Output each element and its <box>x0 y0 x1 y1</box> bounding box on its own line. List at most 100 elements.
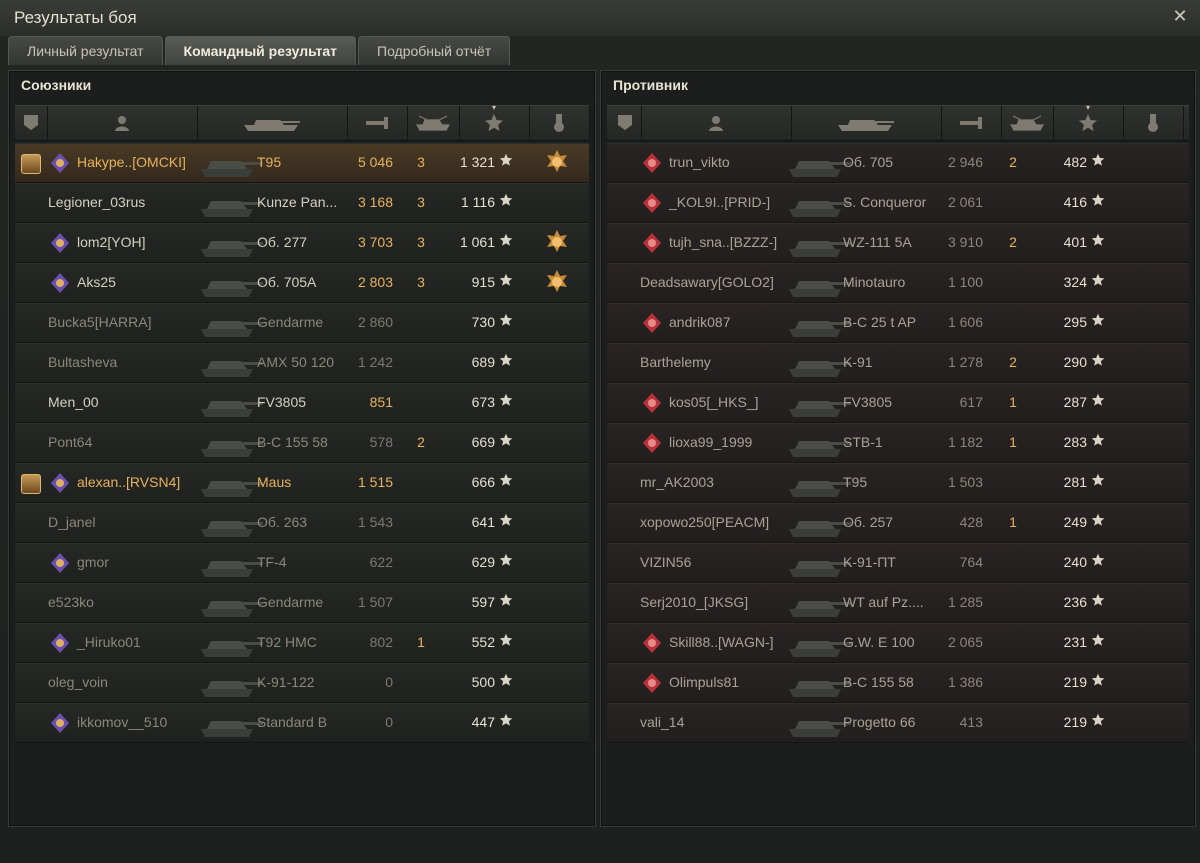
column-platoon[interactable] <box>609 106 642 140</box>
experience-value: 730 <box>471 314 495 330</box>
enemy-player-row[interactable]: andrik087 B-C 25 t AP 1 606 295 <box>607 303 1189 343</box>
enemies-title: Противник <box>613 77 688 93</box>
close-icon[interactable]: ✕ <box>1170 6 1190 26</box>
column-platoon[interactable] <box>15 106 48 140</box>
experience-value: 219 <box>1063 674 1087 690</box>
xp-star-icon <box>1091 233 1105 246</box>
frags-value: 3 <box>417 274 425 290</box>
tab-personal-result[interactable]: Личный результат <box>8 36 163 65</box>
ally-player-row[interactable]: Aks25 Об. 705А 2 803 3 915 <box>15 263 589 303</box>
player-name: Bultasheva <box>48 354 118 370</box>
damage-value: 1 515 <box>357 474 393 490</box>
enemy-player-row[interactable]: Serj2010_[JKSG] WT auf Pz.... 1 285 236 <box>607 583 1189 623</box>
damage-value: 428 <box>959 514 983 530</box>
xp-star-icon <box>499 353 513 366</box>
window-title: Результаты боя <box>14 8 137 27</box>
ally-player-row[interactable]: Bucka5[HARRA] Gendarme 2 860 730 <box>15 303 589 343</box>
experience-value: 1 116 <box>461 194 495 210</box>
experience-value: 219 <box>1063 714 1087 730</box>
enemy-player-row[interactable]: mr_AK2003 T95 1 503 281 <box>607 463 1189 503</box>
xp-star-icon <box>1091 553 1105 566</box>
achievement-medal-icon[interactable] <box>543 268 571 296</box>
clan-emblem-icon <box>643 153 661 173</box>
experience-value: 689 <box>471 354 495 370</box>
vehicle-name: S. Conqueror <box>843 194 927 210</box>
tank-icon <box>201 401 263 417</box>
xp-star-icon <box>1091 433 1105 446</box>
vehicle-name: Progetto 66 <box>843 714 916 730</box>
column-star[interactable]: ▾ <box>1053 103 1124 140</box>
xp-star-icon <box>1091 193 1105 206</box>
clan-emblem-icon <box>51 713 69 733</box>
tab-detailed-report[interactable]: Подробный отчёт <box>358 36 511 65</box>
achievement-medal-icon[interactable] <box>543 228 571 256</box>
xp-star-icon <box>1091 353 1105 366</box>
column-damage[interactable] <box>347 106 408 140</box>
ally-player-row[interactable]: _Hiruko01 T92 HMC 802 1 552 <box>15 623 589 663</box>
damage-value: 1 543 <box>357 514 393 530</box>
ally-player-row[interactable]: Legioner_03rus Kunze Pan... 3 168 3 1 116 <box>15 183 589 223</box>
achievement-medal-icon[interactable] <box>543 148 571 176</box>
player-name: alexan..[RVSN4] <box>77 474 181 490</box>
enemy-player-row[interactable]: kos05[_HKS_] FV3805 617 1 287 <box>607 383 1189 423</box>
allies-panel: Союзники ▾ Hakype..[OMCKI] T95 5 046 3 1 321… <box>8 70 596 827</box>
experience-value: 447 <box>471 714 495 730</box>
tank-icon <box>201 641 263 657</box>
medal-icon <box>554 114 564 132</box>
column-tank[interactable] <box>197 106 348 140</box>
enemy-player-row[interactable]: xopowo250[PEACM] Об. 257 428 1 249 <box>607 503 1189 543</box>
enemy-player-row[interactable]: vali_14 Progetto 66 413 219 <box>607 703 1189 743</box>
vehicle-name: T92 HMC <box>257 634 317 650</box>
experience-value: 915 <box>471 274 495 290</box>
damage-value: 2 061 <box>947 194 983 210</box>
star-icon <box>1079 114 1097 132</box>
ally-player-row[interactable]: Bultasheva AMX 50 120 1 242 689 <box>15 343 589 383</box>
damage-value: 3 168 <box>357 194 393 210</box>
ally-player-row[interactable]: Men_00 FV3805 851 673 <box>15 383 589 423</box>
player-name: _KOL9I..[PRID-] <box>669 194 771 210</box>
column-medal[interactable] <box>1123 106 1184 140</box>
column-frags[interactable] <box>407 106 460 140</box>
ally-player-row[interactable]: lom2[YOH] Об. 277 3 703 3 1 061 <box>15 223 589 263</box>
tank-icon <box>201 241 263 257</box>
ally-player-row[interactable]: D_janel Об. 263 1 543 641 <box>15 503 589 543</box>
enemy-player-row[interactable]: trun_vikto Об. 705 2 946 2 482 <box>607 143 1189 183</box>
ally-player-row[interactable]: alexan..[RVSN4] Maus 1 515 666 <box>15 463 589 503</box>
enemy-player-row[interactable]: Skill88..[WAGN-] G.W. E 100 2 065 231 <box>607 623 1189 663</box>
ally-player-row[interactable]: e523ko Gendarme 1 507 597 <box>15 583 589 623</box>
enemy-player-row[interactable]: lioxa99_1999 STB-1 1 182 1 283 <box>607 423 1189 463</box>
ally-player-row[interactable]: gmor TF-4 622 629 <box>15 543 589 583</box>
damage-value: 5 046 <box>357 154 393 170</box>
player-name: Skill88..[WAGN-] <box>669 634 774 650</box>
vehicle-name: Об. 263 <box>257 514 308 530</box>
platoon-badge-icon <box>21 154 41 174</box>
column-damage[interactable] <box>941 106 1002 140</box>
column-tank[interactable] <box>791 106 942 140</box>
tab-team-result[interactable]: Командный результат <box>164 36 356 65</box>
vehicle-name: T95 <box>257 154 282 170</box>
enemy-player-row[interactable]: _KOL9I..[PRID-] S. Conqueror 2 061 416 <box>607 183 1189 223</box>
column-medal[interactable] <box>529 106 590 140</box>
damage-value: 0 <box>385 674 393 690</box>
enemy-player-row[interactable]: VIZIN56 K-91-ПТ 764 240 <box>607 543 1189 583</box>
frags-icon <box>415 115 451 131</box>
enemy-player-row[interactable]: tujh_sna..[BZZZ-] WZ-111 5A 3 910 2 401 <box>607 223 1189 263</box>
column-player[interactable] <box>47 106 198 140</box>
ally-player-row[interactable]: Pont64 B-C 155 58 578 2 669 <box>15 423 589 463</box>
enemy-player-row[interactable]: Olimpuls81 B-C 155 58 1 386 219 <box>607 663 1189 703</box>
player-name: vali_14 <box>640 714 685 730</box>
column-player[interactable] <box>641 106 792 140</box>
ally-player-row[interactable]: ikkomov__510 Standard B 0 447 <box>15 703 589 743</box>
vehicle-name: WZ-111 5A <box>843 234 912 250</box>
vehicle-name: FV3805 <box>843 394 893 410</box>
clan-emblem-icon <box>643 193 661 213</box>
xp-star-icon <box>499 193 513 206</box>
enemy-player-row[interactable]: Deadsawary[GOLO2] Minotauro 1 100 324 <box>607 263 1189 303</box>
ally-player-row[interactable]: Hakype..[OMCKI] T95 5 046 3 1 321 <box>15 143 589 183</box>
ally-player-row[interactable]: oleg_voin K-91-122 0 500 <box>15 663 589 703</box>
column-frags[interactable] <box>1001 106 1054 140</box>
frags-value: 1 <box>1009 514 1017 530</box>
frags-value: 3 <box>417 234 425 250</box>
enemy-player-row[interactable]: Barthelemy K-91 1 278 2 290 <box>607 343 1189 383</box>
column-star[interactable]: ▾ <box>459 103 530 140</box>
